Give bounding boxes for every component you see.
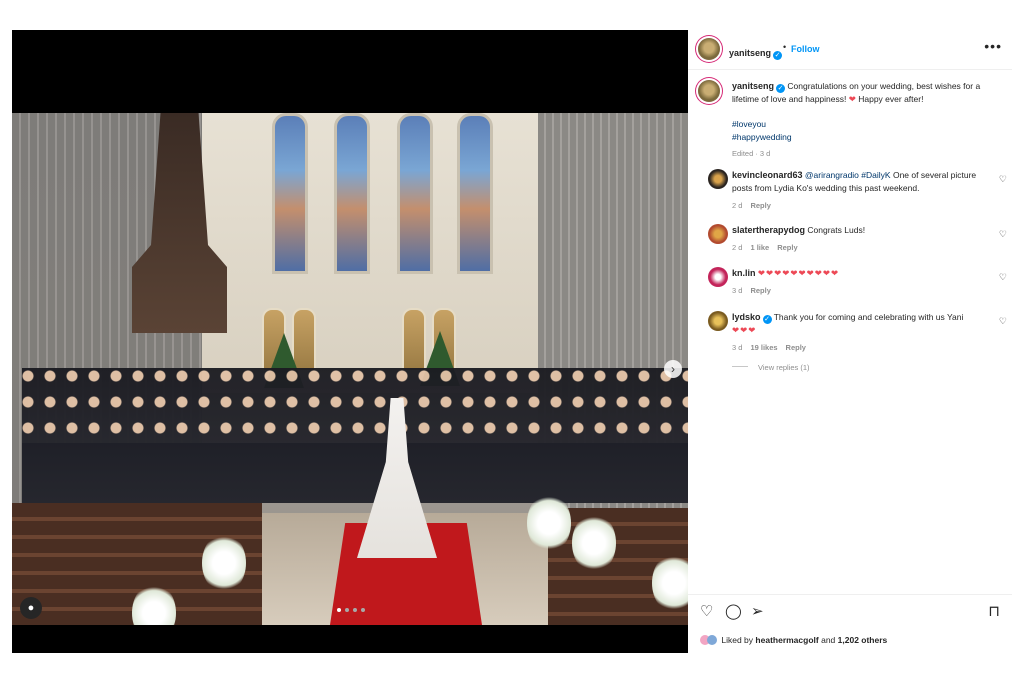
comment-time: 2 d xyxy=(732,243,743,252)
carousel-dot xyxy=(361,608,365,612)
share-icon[interactable]: ➢ xyxy=(751,604,764,620)
reply-button[interactable]: Reply xyxy=(750,286,770,295)
comment-username[interactable]: slatertherapydog xyxy=(732,225,805,235)
chevron-right-icon[interactable]: › xyxy=(664,360,682,378)
verified-badge-icon: ✓ xyxy=(776,84,786,93)
comment-like-icon[interactable]: ♡ xyxy=(999,228,1007,241)
comment-item: lydsko ✓ Thank you for coming and celebra… xyxy=(708,311,1007,354)
comment-username[interactable]: kevincleonard63 xyxy=(732,170,803,180)
bookmark-icon[interactable]: ⊓ xyxy=(988,604,1000,620)
caption-author-avatar[interactable] xyxy=(698,80,720,102)
verified-badge-icon: ✓ xyxy=(773,51,783,60)
author-block: yanitseng ✓ xyxy=(729,43,783,61)
commenter-avatar[interactable] xyxy=(708,267,728,287)
edited-label: Edited · 3 d xyxy=(732,149,771,158)
user-tag-icon[interactable]: ● xyxy=(20,597,42,619)
hashtag-loveyou[interactable]: #loveyou xyxy=(732,118,1002,131)
heart-emoji-icon: ❤ xyxy=(848,94,856,104)
carousel-dot xyxy=(353,608,357,612)
comment-text: Congrats Luds! xyxy=(807,225,866,235)
comment-meta: 3 d Reply xyxy=(732,284,987,297)
post-header: yanitseng ✓ • Follow ••• xyxy=(688,30,1012,70)
comment-like-icon[interactable]: ♡ xyxy=(999,271,1007,284)
comment-item: kevincleonard63 @arirangradio #DailyK On… xyxy=(708,169,1007,212)
reply-button[interactable]: Reply xyxy=(777,243,797,252)
stained-glass-window xyxy=(457,113,493,274)
likes-and: and xyxy=(821,635,836,645)
comment-username[interactable]: lydsko xyxy=(732,312,761,322)
comment-text: ❤❤❤❤❤❤❤❤❤❤ xyxy=(757,268,840,278)
comment-time: 3 d xyxy=(732,286,743,295)
comment-hearts: ❤❤❤ xyxy=(732,325,757,335)
photo-apse xyxy=(202,113,538,393)
flower-decoration xyxy=(572,513,616,573)
heart-outline-icon[interactable]: ♡ xyxy=(700,604,713,620)
comment-time: 2 d xyxy=(732,201,743,210)
comment-like-icon[interactable]: ♡ xyxy=(999,173,1007,186)
hashtag-happywedding[interactable]: #happywedding xyxy=(732,131,1002,144)
stained-glass-window xyxy=(272,113,308,274)
wedding-guests-lower xyxy=(22,443,688,503)
reply-button[interactable]: Reply xyxy=(786,343,806,352)
more-horizontal-icon[interactable]: ••• xyxy=(984,38,1002,54)
stained-glass-window xyxy=(334,113,370,274)
flower-decoration xyxy=(527,493,571,553)
likes-prefix: Liked by xyxy=(721,635,754,645)
wedding-photo xyxy=(12,113,688,625)
caption-username[interactable]: yanitseng xyxy=(732,81,774,91)
verified-badge-icon: ✓ xyxy=(762,315,772,324)
post-sidebar: yanitseng ✓ • Follow ••• yanitseng ✓ Congr… xyxy=(688,30,1012,653)
altar-arch xyxy=(292,308,316,372)
comment-hashtag[interactable]: #DailyK xyxy=(861,170,890,180)
commenter-avatar[interactable] xyxy=(708,224,728,244)
caption-text-2: Happy ever after! xyxy=(858,94,924,104)
comment-item: slatertherapydog Congrats Luds! 2 d 1 lik… xyxy=(708,224,1007,254)
comment-like-icon[interactable]: ♡ xyxy=(999,315,1007,328)
comment-meta: 2 d 1 like Reply xyxy=(732,241,987,254)
follow-button[interactable]: Follow xyxy=(791,44,820,54)
header-separator: • xyxy=(783,42,787,52)
carousel-dot-active xyxy=(337,608,341,612)
action-bar: ♡ ◯ ➢ ⊓ Liked by heathermacgolf and 1,20… xyxy=(688,594,1012,654)
author-username[interactable]: yanitseng xyxy=(729,48,771,58)
comment-likes[interactable]: 1 like xyxy=(750,243,769,252)
comment-item: kn.lin ❤❤❤❤❤❤❤❤❤❤ 3 d Reply ♡ xyxy=(708,267,1007,297)
comment-meta: 2 d Reply xyxy=(732,199,987,212)
likes-summary: Liked by heathermacgolf and 1,202 others xyxy=(700,635,887,645)
commenter-avatar[interactable] xyxy=(708,311,728,331)
flower-decoration xyxy=(202,533,246,593)
stained-glass-window xyxy=(397,113,433,274)
post-card: › ● yanitseng ✓ • Follow ••• yanitseng ✓ C… xyxy=(12,30,1012,653)
post-media[interactable]: › ● xyxy=(12,30,688,653)
comment-icon[interactable]: ◯ xyxy=(725,604,742,620)
comment-mention[interactable]: @arirangradio xyxy=(805,170,859,180)
comment-text: Thank you for coming and celebrating wit… xyxy=(773,312,964,322)
post-caption: yanitseng ✓ Congratulations on your weddi… xyxy=(732,80,1002,160)
commenter-avatar[interactable] xyxy=(708,169,728,189)
comment-username[interactable]: kn.lin xyxy=(732,268,756,278)
altar-arch xyxy=(402,308,426,372)
comment-time: 3 d xyxy=(732,343,743,352)
comment-meta: 3 d 19 likes Reply xyxy=(732,341,987,354)
liker-avatar xyxy=(707,635,717,645)
author-avatar[interactable] xyxy=(698,38,720,60)
carousel-dots xyxy=(337,608,365,612)
likes-others[interactable]: 1,202 others xyxy=(838,635,888,645)
comment-likes[interactable]: 19 likes xyxy=(750,343,777,352)
likes-user[interactable]: heathermacgolf xyxy=(755,635,818,645)
carousel-dot xyxy=(345,608,349,612)
flower-decoration xyxy=(652,553,688,613)
view-replies-button[interactable]: View replies (1) xyxy=(732,363,810,372)
reply-button[interactable]: Reply xyxy=(750,201,770,210)
